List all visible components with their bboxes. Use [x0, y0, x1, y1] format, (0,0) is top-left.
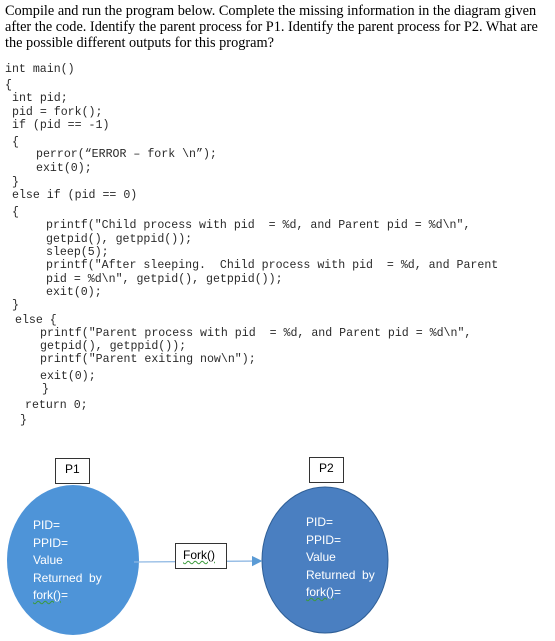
p2-ppid: PPID=	[306, 532, 342, 547]
p2-label: P2	[309, 457, 344, 483]
page: Compile and run the program below. Compl…	[0, 0, 555, 641]
p2-returned: Returned by	[306, 567, 375, 582]
p2-pid: PID=	[306, 515, 334, 529]
p1-value: Value	[33, 553, 63, 567]
p1-returned: Returned by	[33, 570, 102, 585]
p1-fork: fork()=	[33, 588, 69, 602]
p1-info: PID= PPID= Value Returned by fork()=	[33, 516, 102, 604]
fork-label: Fork()	[175, 543, 227, 569]
p2-value: Value	[306, 550, 336, 564]
p2-info: PID= PPID= Value Returned by fork()=	[306, 513, 375, 601]
p2-fork: fork()=	[306, 585, 342, 599]
p1-pid: PID=	[33, 518, 61, 532]
p1-label: P1	[55, 458, 90, 484]
p1-ppid: PPID=	[33, 535, 69, 550]
